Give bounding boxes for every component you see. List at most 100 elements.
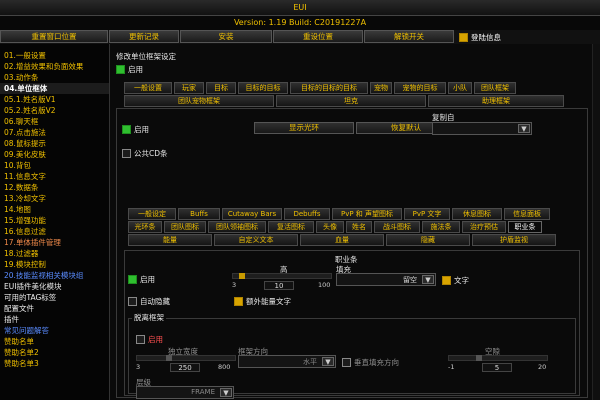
sidebar-item-datatexts[interactable]: 11.信息文字 [0,171,109,182]
detached-enable-checkbox[interactable] [136,335,145,344]
copy-from-dropdown[interactable]: ▼ [432,122,532,135]
tab-castbar[interactable]: 施法条 [422,221,460,233]
sidebar-item-general[interactable]: 01.一般设置 [0,50,109,61]
sidebar-item-unitframes[interactable]: 04.单位框体 [0,83,109,94]
sidebar-item-auras[interactable]: 02.增益效果和负面效果 [0,61,109,72]
tab-assist[interactable]: 助理框架 [428,95,564,107]
tab-resurrect-icon[interactable]: 复活图标 [268,221,314,233]
raid-enable-toggle[interactable]: 启用 [122,124,149,135]
fill-dropdown[interactable]: 留空 ▼ [336,273,436,286]
strata-dropdown[interactable]: FRAME ▼ [136,386,234,399]
tab-target[interactable]: 目标 [206,82,236,94]
unitframes-enable-toggle[interactable]: 启用 [116,64,143,75]
tab-party[interactable]: 小队 [448,82,472,94]
sidebar-item-enhanced[interactable]: 15.增强功能 [0,215,109,226]
classbar-enable-checkbox[interactable] [128,275,137,284]
tab-pet[interactable]: 宠物 [370,82,392,94]
tab-pettarget[interactable]: 宠物的目标 [394,82,446,94]
sidebar-item-faq[interactable]: 常见问题解答 [0,325,109,336]
tab-info-panel[interactable]: 信息面板 [504,208,550,220]
sidebar-item-nameplate-v2[interactable]: 05.2.姓名版V2 [0,105,109,116]
raid-enable-checkbox[interactable] [122,125,131,134]
tab-hide[interactable]: 隐藏 [386,234,470,246]
tab-player[interactable]: 玩家 [174,82,204,94]
tab-raid-icon[interactable]: 团队图标 [164,221,206,233]
sidebar-item-skill-monitor[interactable]: 20.技能监视相关模块组 [0,270,109,281]
tab-custom-text[interactable]: 自定义文本 [214,234,298,246]
spacing-value[interactable]: 5 [482,363,512,372]
login-info-toggle[interactable]: 登陆信息 [455,30,501,44]
sidebar-item-clickcast[interactable]: 07.点击施法 [0,127,109,138]
sidebar-item-filters[interactable]: 18.过滤器 [0,248,109,259]
width-value[interactable]: 250 [170,363,200,372]
public-cd-checkbox[interactable] [122,149,131,158]
sidebar-item-profiles[interactable]: 配置文件 [0,303,109,314]
sidebar-item-maps[interactable]: 14.地图 [0,204,109,215]
height-value[interactable]: 10 [264,281,294,290]
tab-cutaway-bars[interactable]: Cutaway Bars [222,208,282,220]
tab-name[interactable]: 姓名 [346,221,372,233]
tab-health[interactable]: 血量 [300,234,384,246]
tab-rest-icon[interactable]: 休息图标 [452,208,502,220]
sidebar-item-chat[interactable]: 06.聊天框 [0,116,109,127]
height-slider-thumb[interactable] [239,273,245,279]
autohide-checkbox[interactable] [128,297,137,306]
tab-targettargettarget[interactable]: 目标的目标的目标 [290,82,368,94]
sidebar-item-sponsors[interactable]: 赞助名单 [0,336,109,347]
sidebar-item-nameplate-v1[interactable]: 05.1.姓名版V1 [0,94,109,105]
tab-power[interactable]: 能量 [128,234,212,246]
sidebar-item-modules[interactable]: 19.模块控制 [0,259,109,270]
public-cd-toggle[interactable]: 公共CD条 [122,148,168,159]
tab-leader-icon[interactable]: 团队领袖图标 [208,221,266,233]
vertical-fill-checkbox[interactable] [342,358,351,367]
tab-pvp-rep-icons[interactable]: PvP 和 声望图标 [332,208,402,220]
width-slider-thumb[interactable] [166,355,172,361]
autohide-toggle[interactable]: 自动隐藏 [128,296,170,307]
toggle-unlock-button[interactable]: 解锁开关 [364,30,454,43]
spacing-slider[interactable] [448,355,548,361]
tab-tank[interactable]: 坦克 [276,95,426,107]
sidebar-item-sponsors2[interactable]: 赞助名单2 [0,347,109,358]
tab-classbar[interactable]: 职业条 [508,221,542,233]
reset-window-position-button[interactable]: 重置窗口位置 [0,30,108,43]
tab-general-settings[interactable]: 一般设定 [128,208,176,220]
unitframes-enable-checkbox[interactable] [116,65,125,74]
extra-power-text-toggle[interactable]: 额外能量文字 [234,296,291,307]
sidebar-item-addon-skins[interactable]: EUI插件美化模块 [0,281,109,292]
tab-targettarget[interactable]: 目标的目标 [238,82,288,94]
tab-raidpet[interactable]: 团队宠物框架 [124,95,274,107]
tab-aura-bars[interactable]: 光环条 [128,221,162,233]
extra-power-text-checkbox[interactable] [234,297,243,306]
sidebar-item-bags[interactable]: 10.背包 [0,160,109,171]
direction-dropdown[interactable]: 水平 ▼ [238,355,336,368]
tab-absorb-monitor[interactable]: 护盾监视 [472,234,556,246]
tab-pvp-text[interactable]: PvP 文字 [404,208,450,220]
vertical-fill-toggle[interactable]: 垂直填充方向 [342,357,399,368]
sidebar-item-plugins[interactable]: 插件 [0,314,109,325]
reset-positions-button[interactable]: 重设位置 [273,30,363,43]
sidebar-item-sponsors3[interactable]: 赞助名单3 [0,358,109,369]
sidebar-item-addon-manager[interactable]: 17.单体插件管理 [0,237,109,248]
tab-raid[interactable]: 团队框架 [474,82,516,94]
classbar-enable-toggle[interactable]: 启用 [128,274,155,285]
sidebar-item-tags[interactable]: 可用的TAG标签 [0,292,109,303]
text-toggle[interactable]: 文字 [442,275,469,286]
sidebar-item-databars[interactable]: 12.数据条 [0,182,109,193]
spacing-slider-thumb[interactable] [476,355,482,361]
height-slider[interactable] [232,273,332,279]
sidebar-item-infofilter[interactable]: 16.信息过滤 [0,226,109,237]
tab-portrait[interactable]: 头像 [316,221,344,233]
tab-debuffs[interactable]: Debuffs [284,208,330,220]
show-aura-button[interactable]: 显示光环 [254,122,354,134]
tab-heal-prediction[interactable]: 治疗预估 [462,221,506,233]
text-checkbox[interactable] [442,276,451,285]
width-slider[interactable] [136,355,236,361]
sidebar-item-tooltip[interactable]: 08.鼠标提示 [0,138,109,149]
tab-combat-icon[interactable]: 战斗图标 [374,221,420,233]
scrollbar[interactable] [592,44,600,400]
sidebar-item-actionbars[interactable]: 03.动作条 [0,72,109,83]
tab-buffs[interactable]: Buffs [178,208,220,220]
login-info-checkbox[interactable] [459,32,468,42]
detached-enable-toggle[interactable]: 启用 [136,334,163,345]
tab-general[interactable]: 一般设置 [124,82,172,94]
